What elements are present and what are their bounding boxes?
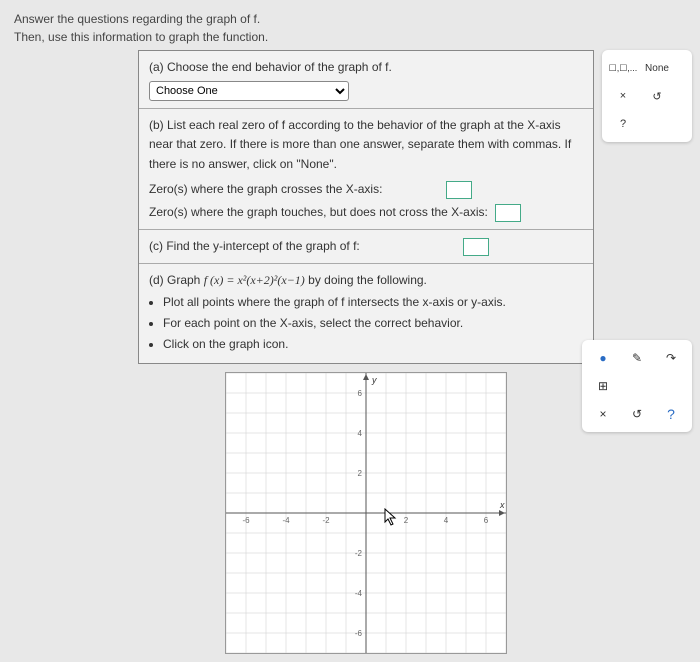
yintercept-input[interactable]	[463, 238, 489, 256]
svg-text:-2: -2	[355, 549, 363, 558]
question-panel: (a) Choose the end behavior of the graph…	[138, 50, 594, 364]
part-d-bullet-2: For each point on the X-axis, select the…	[163, 314, 583, 333]
svg-text:-4: -4	[355, 589, 363, 598]
svg-text:4: 4	[358, 429, 363, 438]
svg-text:-6: -6	[355, 629, 363, 638]
instruction-line-1: Answer the questions regarding the graph…	[14, 10, 686, 28]
svg-text:-4: -4	[282, 516, 290, 525]
part-d-bullet-1: Plot all points where the graph of f int…	[163, 293, 583, 312]
svg-text:6: 6	[358, 389, 363, 398]
clear-button[interactable]: ×	[608, 84, 638, 108]
part-d-bullet-3: Click on the graph icon.	[163, 335, 583, 354]
graph-toolbar: ● ✎ ↷ ⊞ × ↺ ?	[582, 340, 692, 432]
graph-help-button[interactable]: ?	[656, 402, 686, 426]
draw-tool-button[interactable]: ✎	[622, 346, 652, 370]
part-d-suffix: by doing the following.	[308, 273, 427, 287]
svg-text:2: 2	[358, 469, 363, 478]
part-b-row2-label: Zero(s) where the graph touches, but doe…	[149, 205, 488, 219]
svg-text:6: 6	[484, 516, 489, 525]
help-button[interactable]: ?	[608, 112, 638, 136]
svg-text:y: y	[371, 375, 377, 385]
answer-toolbar: ☐,☐,... None × ↺ ?	[602, 50, 692, 142]
tool-5-button[interactable]	[622, 374, 652, 398]
graph-clear-button[interactable]: ×	[588, 402, 618, 426]
part-c-label: (c) Find the y-intercept of the graph of…	[149, 239, 360, 253]
part-d-prefix: (d) Graph	[149, 273, 204, 287]
cursor-icon	[384, 508, 398, 529]
part-b-label: (b) List each real zero of f according t…	[149, 116, 583, 174]
grid-tool-button[interactable]: ⊞	[588, 374, 618, 398]
svg-text:x: x	[499, 500, 505, 510]
instruction-line-2: Then, use this information to graph the …	[14, 28, 686, 46]
graph-reset-button[interactable]: ↺	[622, 402, 652, 426]
touches-input[interactable]	[495, 204, 521, 222]
reset-button[interactable]: ↺	[642, 84, 672, 108]
graph-svg: -6 -4 -2 2 4 6 -6 -4 -2 2 4 6 x y	[226, 373, 506, 653]
part-d-formula: f (x) = x²(x+2)²(x−1)	[204, 273, 305, 287]
crosses-input[interactable]	[446, 181, 472, 199]
svg-text:4: 4	[444, 516, 449, 525]
list-format-button[interactable]: ☐,☐,...	[608, 56, 638, 80]
svg-text:-6: -6	[242, 516, 250, 525]
part-b-row1-label: Zero(s) where the graph crosses the X-ax…	[149, 182, 382, 196]
tool-6-button[interactable]	[656, 374, 686, 398]
svg-text:2: 2	[404, 516, 409, 525]
curve-tool-button[interactable]: ↷	[656, 346, 686, 370]
end-behavior-select[interactable]: Choose One	[149, 81, 349, 101]
point-tool-button[interactable]: ●	[588, 346, 618, 370]
svg-text:-2: -2	[322, 516, 330, 525]
none-button[interactable]: None	[642, 56, 672, 80]
graph-area[interactable]: -6 -4 -2 2 4 6 -6 -4 -2 2 4 6 x y	[225, 372, 507, 654]
part-a-label: (a) Choose the end behavior of the graph…	[149, 58, 583, 77]
